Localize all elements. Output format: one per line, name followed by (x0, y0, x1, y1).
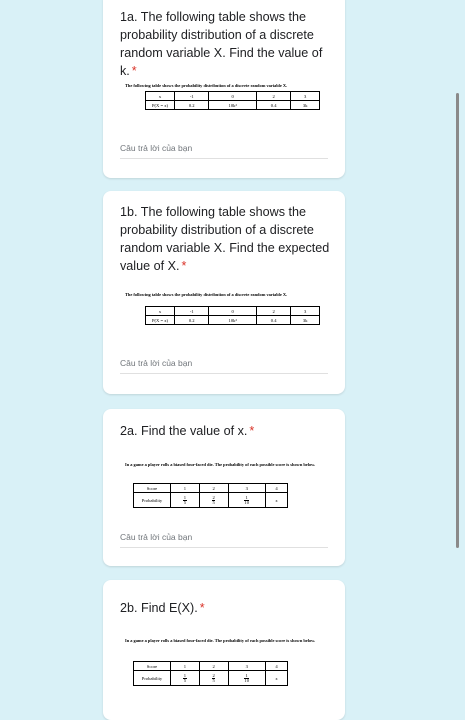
table-cell: 0.4 (255, 100, 292, 110)
probability-table-1a: x -1 0 2 3 P(X = x) 0.2 10k² 0.4 3k (145, 91, 320, 110)
table-cell: -1 (173, 306, 210, 316)
table-cell: 3 (290, 306, 320, 316)
fraction: 15 (183, 672, 187, 683)
table-cell: 2 (255, 91, 292, 101)
table-caption-1a: The following table shows the probabilit… (125, 83, 288, 88)
table-cell: x (145, 306, 175, 316)
probability-table-1b: x -1 0 2 3 P(X = x) 0.2 10k² 0.4 3k (145, 306, 320, 325)
table-cell: Probability (133, 492, 171, 508)
table-cell: 0.4 (255, 315, 292, 325)
table-cell: 1 10 (227, 670, 266, 686)
table-row: Probability 15 25 1 10 x (133, 670, 289, 686)
table-cell: x (145, 91, 175, 101)
table-cell: 10k² (208, 315, 257, 325)
table-cell: x (264, 670, 289, 686)
table-cell: 1 10 (227, 492, 266, 508)
table-row: P(X = x) 0.2 10k² 0.4 3k (145, 100, 320, 110)
answer-input-1a[interactable]: Câu trả lời của bạn (120, 143, 328, 159)
table-caption-1b: The following table shows the probabilit… (125, 292, 288, 297)
table-row: x -1 0 2 3 (145, 91, 320, 101)
table-cell: P(X = x) (145, 100, 175, 110)
table-cell: 1 (170, 483, 200, 493)
score-table-2a: Score 1 2 3 4 Probability 15 25 1 10 x (133, 483, 289, 508)
table-cell: 2 (198, 483, 229, 493)
table-row: Score 1 2 3 4 (133, 483, 289, 493)
table-cell: 3k (290, 100, 320, 110)
table-cell: 2 (198, 661, 229, 671)
answer-input-2a[interactable]: Câu trả lời của bạn (120, 532, 328, 548)
fraction: 1 10 (244, 672, 249, 683)
table-cell: 0.2 (173, 315, 210, 325)
table-caption-2a: In a game a player rolls a biased four-f… (125, 462, 316, 467)
table-row: Score 1 2 3 4 (133, 661, 289, 671)
table-cell: P(X = x) (145, 315, 175, 325)
required-asterisk: * (181, 259, 187, 273)
table-cell: 0 (208, 306, 257, 316)
table-cell: Probability (133, 670, 171, 686)
table-cell: 4 (264, 483, 289, 493)
table-cell: 3k (290, 315, 320, 325)
table-cell: 25 (198, 492, 229, 508)
table-cell: Score (133, 483, 171, 493)
question-title-1a: 1a. The following table shows the probab… (120, 10, 323, 78)
table-cell: 4 (264, 661, 289, 671)
fraction: 15 (183, 494, 187, 505)
table-cell: 2 (255, 306, 292, 316)
table-cell: 3 (227, 661, 266, 671)
fraction: 25 (211, 494, 216, 505)
table-cell: 10k² (208, 100, 257, 110)
table-cell: 0.2 (173, 100, 210, 110)
fraction: 1 10 (244, 494, 249, 505)
table-cell: 3 (290, 91, 320, 101)
required-asterisk: * (249, 424, 255, 438)
table-row: P(X = x) 0.2 10k² 0.4 3k (145, 315, 320, 325)
question-card-2a: 2a. Find the value of x. * In a game a pl… (103, 409, 345, 566)
table-cell: 3 (227, 483, 266, 493)
question-card-1b: 1b. The following table shows the probab… (103, 191, 345, 394)
table-cell: 15 (170, 492, 200, 508)
question-card-1a: 1a. The following table shows the probab… (103, 0, 345, 178)
score-table-2b: Score 1 2 3 4 Probability 15 25 1 10 x (133, 661, 289, 686)
question-title-2b: 2b. Find E(X). * (120, 601, 205, 615)
table-cell: 1 (170, 661, 200, 671)
table-cell: Score (133, 661, 171, 671)
question-title-1b: 1b. The following table shows the probab… (120, 205, 330, 273)
table-cell: 25 (198, 670, 229, 686)
table-cell: -1 (173, 91, 210, 101)
table-row: x -1 0 2 3 (145, 306, 320, 316)
fraction: 25 (211, 672, 216, 683)
table-cell: 0 (208, 91, 257, 101)
required-asterisk: * (131, 64, 137, 78)
question-title-2a: 2a. Find the value of x. * (120, 424, 255, 438)
scrollbar-thumb[interactable] (456, 93, 459, 548)
required-asterisk: * (199, 601, 205, 615)
table-cell: 15 (170, 670, 200, 686)
answer-input-1b[interactable]: Câu trả lời của bạn (120, 358, 328, 374)
question-card-2b: 2b. Find E(X). * In a game a player rolls… (103, 580, 345, 720)
table-cell: x (264, 492, 289, 508)
table-row: Probability 15 25 1 10 x (133, 492, 289, 508)
table-caption-2b: In a game a player rolls a biased four-f… (125, 638, 316, 643)
